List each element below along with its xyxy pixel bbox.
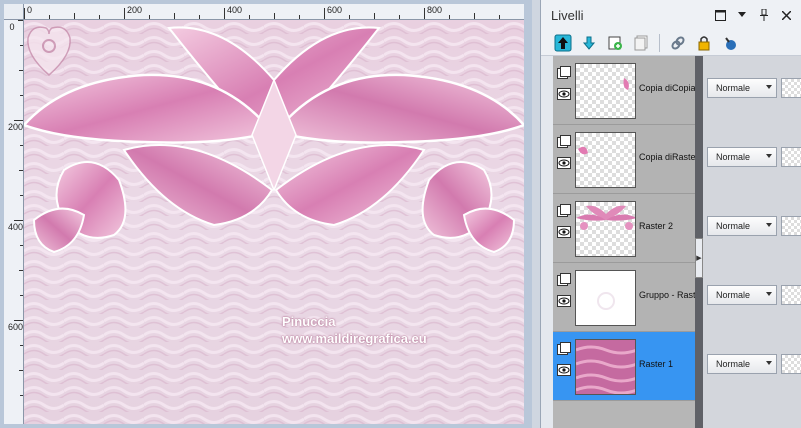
layer-properties-column: Normale Normale Normale Normale Normale bbox=[703, 56, 801, 428]
new-layer-icon[interactable] bbox=[605, 33, 625, 53]
blend-mode-value: Normale bbox=[716, 359, 751, 369]
move-layer-up-icon[interactable] bbox=[553, 33, 573, 53]
ruler-v-label: 200 bbox=[8, 122, 24, 132]
chevron-down-icon bbox=[766, 361, 772, 365]
layer-type-icon bbox=[557, 342, 571, 355]
layer-row-selected[interactable]: Raster 1 bbox=[553, 332, 695, 401]
watermark-heart-icon bbox=[27, 26, 71, 76]
mask-icon[interactable] bbox=[720, 33, 740, 53]
layer-row[interactable]: Copia diRaster bbox=[553, 125, 697, 194]
layer-name: Raster 2 bbox=[639, 221, 674, 231]
link-icon[interactable] bbox=[668, 33, 688, 53]
ruler-corner bbox=[4, 4, 24, 20]
canvas-area: 0 200 400 600 800 0 200 400 600 Pinuccia… bbox=[0, 0, 532, 428]
layer-name: Copia diRaster bbox=[639, 152, 697, 162]
ruler-h-label: 0 bbox=[27, 5, 33, 15]
layer-name: Copia diCopia bbox=[639, 83, 696, 93]
layer-properties-row: Normale bbox=[703, 194, 801, 263]
layer-row[interactable]: Raster 2 bbox=[553, 194, 695, 263]
ruler-v-label: 0 bbox=[9, 22, 15, 32]
blend-mode-select[interactable]: Normale bbox=[707, 78, 777, 98]
dropdown-icon[interactable] bbox=[735, 8, 749, 22]
panel-title: Livelli bbox=[551, 8, 584, 23]
maximize-icon[interactable] bbox=[713, 8, 727, 22]
chevron-down-icon bbox=[766, 154, 772, 158]
layer-name: Gruppo - Raster bbox=[639, 290, 697, 300]
ruler-v-label: 600 bbox=[8, 322, 24, 332]
visibility-eye-icon[interactable] bbox=[557, 226, 571, 238]
panel-title-icons bbox=[713, 8, 793, 22]
layer-properties-row: Normale bbox=[703, 332, 801, 401]
watermark-name: Pinuccia bbox=[282, 314, 336, 329]
visibility-eye-icon[interactable] bbox=[557, 88, 571, 100]
image-canvas[interactable]: Pinuccia www.maildiregrafica.eu bbox=[24, 20, 524, 424]
close-icon[interactable] bbox=[779, 8, 793, 22]
layer-properties-row: Normale bbox=[703, 263, 801, 332]
layer-name: Raster 1 bbox=[639, 359, 674, 369]
opacity-slider[interactable] bbox=[781, 147, 801, 167]
layer-row[interactable]: Copia diCopia bbox=[553, 56, 696, 125]
blend-mode-select[interactable]: Normale bbox=[707, 147, 777, 167]
panel-title-bar: Livelli bbox=[541, 0, 801, 30]
layer-type-icon bbox=[557, 135, 571, 148]
app-window: 0 200 400 600 800 0 200 400 600 Pinuccia… bbox=[0, 0, 801, 428]
chevron-down-icon bbox=[766, 223, 772, 227]
lock-icon[interactable] bbox=[694, 33, 714, 53]
opacity-slider[interactable] bbox=[781, 216, 801, 236]
blend-mode-value: Normale bbox=[716, 152, 751, 162]
blend-mode-value: Normale bbox=[716, 83, 751, 93]
opacity-slider[interactable] bbox=[781, 78, 801, 98]
blend-mode-value: Normale bbox=[716, 221, 751, 231]
ruler-h-label: 200 bbox=[127, 5, 143, 15]
layer-thumbnail bbox=[575, 201, 636, 257]
ruler-ticks bbox=[24, 8, 500, 19]
layer-type-icon bbox=[557, 204, 571, 217]
chevron-down-icon bbox=[766, 292, 772, 296]
opacity-slider[interactable] bbox=[781, 354, 801, 374]
watermark-url: www.maildiregrafica.eu bbox=[282, 331, 427, 346]
chevron-down-icon bbox=[766, 85, 772, 89]
blend-mode-select[interactable]: Normale bbox=[707, 285, 777, 305]
ruler-h-label: 800 bbox=[427, 5, 443, 15]
layer-list: Copia diCopia Copia diRaster Raster 2 Gr… bbox=[553, 56, 697, 428]
opacity-slider[interactable] bbox=[781, 285, 801, 305]
splitter-handle-icon[interactable]: ▶ bbox=[695, 238, 703, 278]
blend-mode-select[interactable]: Normale bbox=[707, 354, 777, 374]
layer-row[interactable]: Gruppo - Raster bbox=[553, 263, 697, 332]
ruler-h-label: 400 bbox=[227, 5, 243, 15]
layers-panel: Livelli Copia diCopia Copia diRaster Ras… bbox=[540, 0, 801, 428]
pin-icon[interactable] bbox=[757, 8, 771, 22]
blend-mode-select[interactable]: Normale bbox=[707, 216, 777, 236]
horizontal-ruler: 0 200 400 600 800 bbox=[24, 4, 524, 20]
toolbar-separator bbox=[659, 33, 660, 52]
layer-thumbnail bbox=[575, 339, 636, 395]
duplicate-layer-icon[interactable] bbox=[631, 33, 651, 53]
blend-mode-value: Normale bbox=[716, 290, 751, 300]
vertical-ruler: 0 200 400 600 bbox=[4, 20, 24, 424]
visibility-eye-icon[interactable] bbox=[557, 295, 571, 307]
layer-type-icon bbox=[557, 66, 571, 79]
layer-properties-row: Normale bbox=[703, 56, 801, 125]
layer-thumbnail bbox=[575, 270, 636, 326]
ruler-v-label: 400 bbox=[8, 222, 24, 232]
layer-thumbnail bbox=[575, 132, 636, 188]
move-layer-down-icon[interactable] bbox=[579, 33, 599, 53]
layer-thumbnail bbox=[575, 63, 636, 119]
canvas-artwork bbox=[24, 20, 524, 424]
ruler-h-label: 600 bbox=[327, 5, 343, 15]
visibility-eye-icon[interactable] bbox=[557, 364, 571, 376]
layer-type-icon bbox=[557, 273, 571, 286]
layers-toolbar bbox=[541, 30, 801, 56]
layer-properties-row: Normale bbox=[703, 125, 801, 194]
visibility-eye-icon[interactable] bbox=[557, 157, 571, 169]
